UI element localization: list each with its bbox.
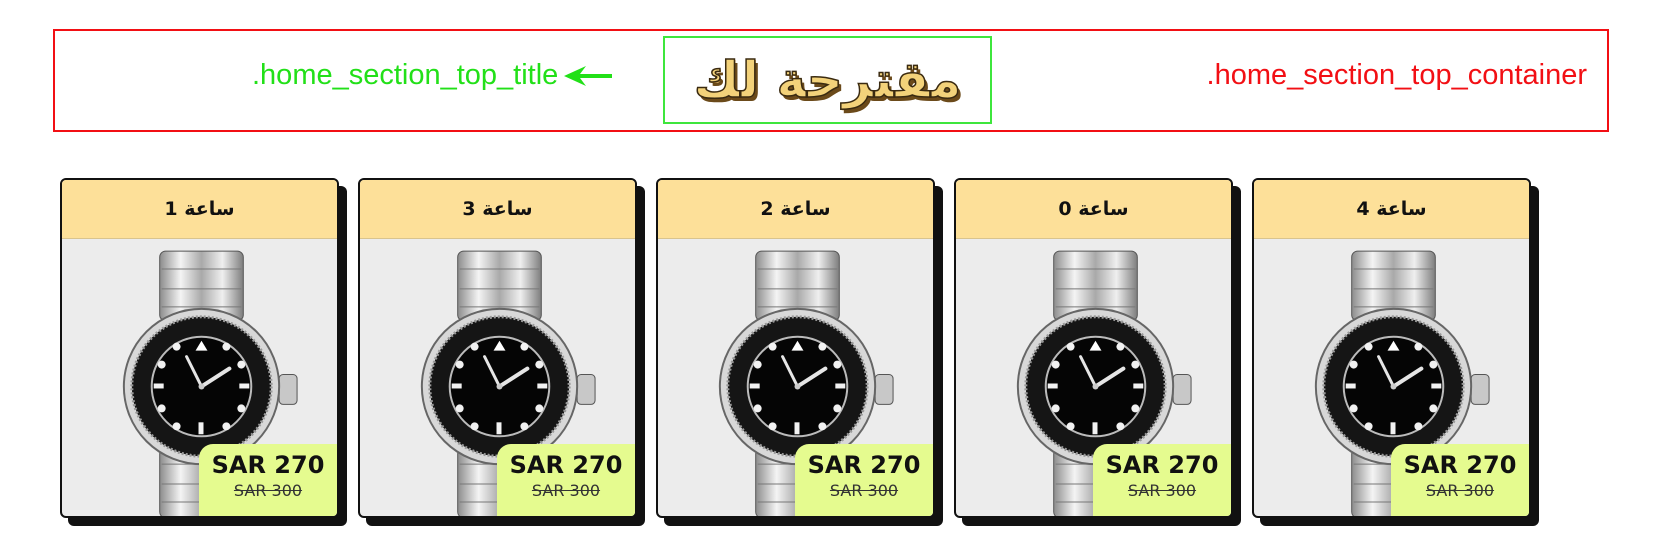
product-price: SAR 270	[1105, 451, 1219, 479]
product-card[interactable]: ساعة 1 SAR 270 SAR 300	[60, 178, 339, 518]
product-old-price: SAR 300	[1127, 480, 1197, 500]
price-box: SAR 270 SAR 300	[1093, 444, 1231, 516]
title-annotation: .home_section_top_title	[252, 61, 614, 90]
price-box: SAR 270 SAR 300	[795, 444, 933, 516]
title-annotation-label: .home_section_top_title	[252, 59, 559, 91]
product-old-price: SAR 300	[233, 480, 303, 500]
product-old-price: SAR 300	[829, 480, 899, 500]
product-name: ساعة 3	[360, 180, 635, 239]
arrow-left-icon	[564, 65, 613, 86]
container-annotation-label: .home_section_top_container	[1206, 59, 1587, 91]
product-name: ساعة 1	[62, 180, 337, 239]
product-price: SAR 270	[807, 451, 921, 479]
product-card[interactable]: ساعة 2 SAR 270 SAR 300	[656, 178, 935, 518]
product-card[interactable]: ساعة 3 SAR 270 SAR 300	[358, 178, 637, 518]
product-name: ساعة 0	[956, 180, 1231, 239]
price-box: SAR 270 SAR 300	[1391, 444, 1529, 516]
home-section-top-title: مقترحة لك	[663, 36, 992, 124]
section-title: مقترحة لك	[693, 51, 962, 109]
product-price: SAR 270	[211, 451, 325, 479]
product-price: SAR 270	[509, 451, 623, 479]
product-old-price: SAR 300	[1425, 480, 1495, 500]
price-box: SAR 270 SAR 300	[497, 444, 635, 516]
price-box: SAR 270 SAR 300	[199, 444, 337, 516]
home-section-top-container: .home_section_top_title مقترحة لك .home_…	[53, 29, 1609, 132]
product-name: ساعة 4	[1254, 180, 1529, 239]
product-card[interactable]: ساعة 0 SAR 270 SAR 300	[954, 178, 1233, 518]
product-name: ساعة 2	[658, 180, 933, 239]
product-old-price: SAR 300	[531, 480, 601, 500]
product-card[interactable]: ساعة 4 SAR 270 SAR 300	[1252, 178, 1531, 518]
page: .home_section_top_title مقترحة لك .home_…	[0, 0, 1656, 558]
product-price: SAR 270	[1403, 451, 1517, 479]
